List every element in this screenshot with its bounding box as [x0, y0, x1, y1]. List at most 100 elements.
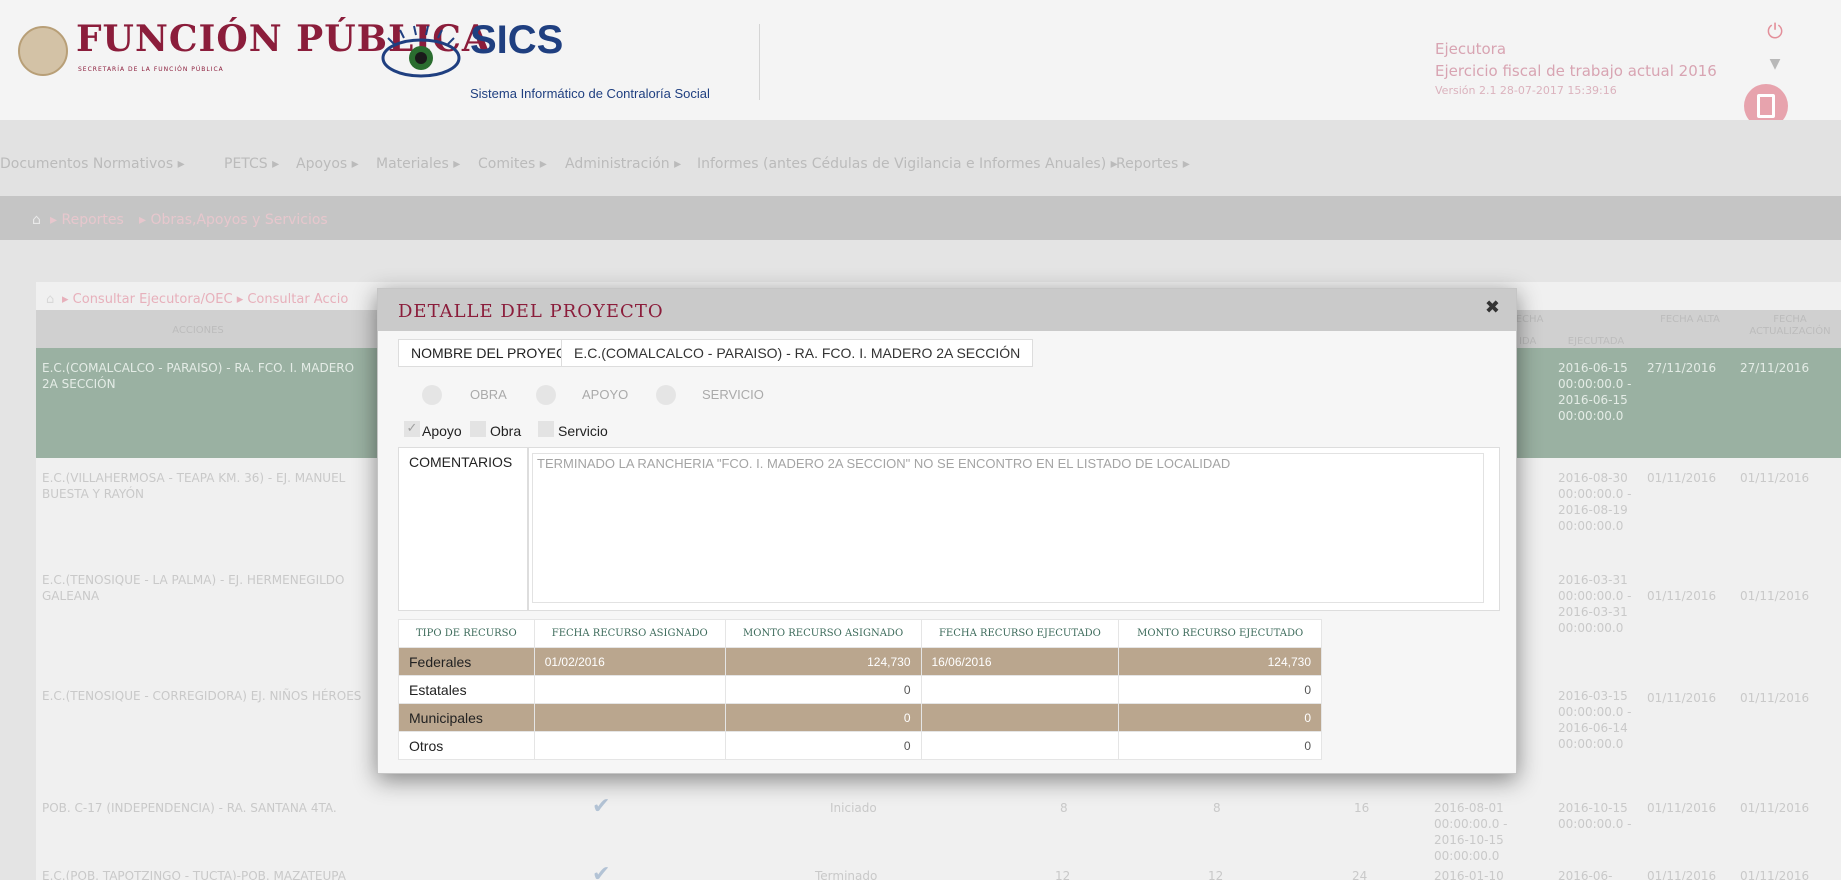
checkbox-servicio[interactable]	[538, 421, 554, 437]
version-info: Versión 2.1 28-07-2017 15:39:16	[1435, 84, 1617, 97]
col-header-fecha-asignado: FECHA RECURSO ASIGNADO	[533, 619, 726, 648]
caret-down-icon[interactable]: ▼	[1765, 56, 1785, 72]
row-name[interactable]: E.C.(VILLAHERMOSA - TEAPA KM. 36) - EJ. …	[42, 470, 362, 502]
row-ejecutada: 2016-06-	[1558, 869, 1613, 880]
row-alta: 27/11/2016	[1647, 361, 1717, 375]
power-icon[interactable]: ⏻	[1764, 20, 1786, 42]
radio-obra[interactable]	[422, 385, 442, 405]
sub-breadcrumb[interactable]: ▸ Consultar Ejecutora/OEC ▸ Consultar Ac…	[62, 292, 348, 307]
checkbox-apoyo[interactable]: ✓	[404, 421, 420, 437]
checkbox-label-apoyo: Apoyo	[422, 423, 462, 439]
table-row: Municipales 0 0	[398, 703, 1322, 732]
menu-item-informes[interactable]: Informes (antes Cédulas de Vigilancia e …	[697, 156, 1118, 172]
col-header-monto-asignado: MONTO RECURSO ASIGNADO	[724, 619, 922, 648]
col-header-ejecutada: EJECUTADA	[1567, 336, 1625, 347]
comments-label: COMENTARIOS	[398, 447, 528, 611]
row-ejecutada: 2016-03-31 00:00:00.0 - 2016-03-31 00:00…	[1558, 573, 1632, 635]
project-detail-modal: DETALLE DEL PROYECTO ✖ NOMBRE DEL PROYEC…	[377, 288, 1517, 774]
row-count: 8	[1213, 801, 1221, 815]
cell-fecha-ejecutado	[920, 731, 1120, 760]
row-name[interactable]: E.C.(TENOSIQUE - LA PALMA) - EJ. HERMENE…	[42, 572, 362, 604]
app-subtitle: Sistema Informático de Contraloría Socia…	[470, 86, 710, 101]
row-ejecutada: 2016-10-15 00:00:00.0 -	[1558, 801, 1632, 831]
row-alta: 01/11/2016	[1647, 691, 1717, 705]
row-alta: 01/11/2016	[1647, 869, 1717, 880]
modal-title: DETALLE DEL PROYECTO	[398, 301, 664, 322]
cell-monto-ejecutado: 0	[1118, 703, 1322, 732]
table-row: Estatales 0 0	[398, 675, 1322, 704]
row-count: 16	[1354, 801, 1370, 815]
col-header-fecha-ejecutado: FECHA RECURSO EJECUTADO	[920, 619, 1120, 648]
breadcrumb-reportes[interactable]: ▸ Reportes	[50, 212, 124, 228]
row-actualizacion: 01/11/2016	[1740, 691, 1810, 705]
row-actualizacion: 01/11/2016	[1740, 589, 1810, 603]
home-icon-sub[interactable]: ⌂	[46, 292, 54, 307]
menu-item-reportes[interactable]: Reportes ▸	[1116, 156, 1190, 172]
check-icon: ✔	[592, 862, 611, 880]
menu-item-apoyos[interactable]: Apoyos ▸	[296, 156, 359, 172]
cell-tipo: Otros	[398, 731, 535, 760]
row-ejecutada: 2016-06-15 00:00:00.0 - 2016-06-15 00:00…	[1558, 361, 1632, 423]
table-row: Federales 01/02/2016 124,730 16/06/2016 …	[398, 647, 1322, 676]
radio-servicio[interactable]	[656, 385, 676, 405]
sics-eye-logo	[381, 25, 461, 78]
menu-item-documentos[interactable]: Documentos Normativos ▸	[0, 156, 185, 172]
cell-tipo: Federales	[398, 647, 535, 676]
row-status: Iniciado	[830, 801, 877, 815]
cell-fecha-asignado	[533, 703, 726, 732]
row-count: 12	[1208, 869, 1224, 880]
cell-tipo: Estatales	[398, 675, 535, 704]
cell-fecha-ejecutado: 16/06/2016	[920, 647, 1120, 676]
menu-item-materiales[interactable]: Materiales ▸	[376, 156, 460, 172]
brand-subtitle: SECRETARÍA DE LA FUNCIÓN PÚBLICA	[78, 66, 224, 73]
row-ejecutada: 2016-08-30 00:00:00.0 - 2016-08-19 00:00…	[1558, 471, 1632, 533]
radio-apoyo[interactable]	[536, 385, 556, 405]
cell-tipo: Municipales	[398, 703, 535, 732]
row-count: 24	[1352, 869, 1368, 880]
row-ejecutada: 2016-03-15 00:00:00.0 - 2016-06-14 00:00…	[1558, 689, 1632, 751]
cell-monto-asignado: 0	[724, 703, 922, 732]
row-name[interactable]: E.C.(POB. TAPOTZINGO - TUCTA)-POB. MAZAT…	[42, 868, 346, 880]
cell-monto-ejecutado: 0	[1118, 675, 1322, 704]
cell-fecha-ejecutado	[920, 703, 1120, 732]
row-alta: 01/11/2016	[1647, 801, 1717, 815]
menu-item-petcs[interactable]: PETCS ▸	[224, 156, 279, 172]
mexico-seal-logo	[18, 26, 68, 76]
row-actualizacion: 27/11/2016	[1740, 361, 1810, 375]
breadcrumb-obras-apoyos[interactable]: ▸ Obras,Apoyos y Servicios	[139, 212, 328, 228]
row-name[interactable]: E.C.(TENOSIQUE - CORREGIDORA) EJ. NIÑOS …	[42, 688, 362, 704]
col-header-ida: IDA	[1519, 336, 1537, 347]
table-row: Otros 0 0	[398, 731, 1322, 760]
menu-item-comites[interactable]: Comites ▸	[478, 156, 547, 172]
cell-monto-asignado: 0	[724, 731, 922, 760]
close-icon[interactable]: ✖	[1485, 297, 1500, 318]
row-programada: 2016-08-01 00:00:00.0 - 2016-10-15 00:00…	[1434, 801, 1508, 863]
app-title: SICS	[470, 18, 564, 62]
col-header-tipo: TIPO DE RECURSO	[398, 619, 535, 648]
row-name[interactable]: E.C.(COMALCALCO - PARAISO) - RA. FCO. I.…	[42, 360, 362, 392]
row-actualizacion: 01/11/2016	[1740, 471, 1810, 485]
row-actualizacion: 01/11/2016	[1740, 869, 1810, 880]
radio-label-servicio: SERVICIO	[702, 387, 764, 402]
row-alta: 01/11/2016	[1647, 471, 1717, 485]
cell-fecha-asignado	[533, 731, 726, 760]
radio-label-obra: OBRA	[470, 387, 507, 402]
comments-textarea[interactable]: TERMINADO LA RANCHERIA "FCO. I. MADERO 2…	[532, 453, 1484, 603]
user-role: Ejecutora	[1435, 40, 1507, 58]
fiscal-year-info: Ejercicio fiscal de trabajo actual 2016	[1435, 62, 1717, 80]
home-icon[interactable]: ⌂	[32, 212, 41, 228]
menu-item-administracion[interactable]: Administración ▸	[565, 156, 681, 172]
col-header-monto-ejecutado: MONTO RECURSO EJECUTADO	[1118, 619, 1322, 648]
col-header-acciones: ACCIONES	[172, 325, 224, 336]
row-name[interactable]: POB. C-17 (INDEPENDENCIA) - RA. SANTANA …	[42, 800, 337, 816]
app-header: FUNCIÓN PÚBLICA SECRETARÍA DE LA FUNCIÓN…	[0, 0, 1841, 128]
cell-monto-asignado: 0	[724, 675, 922, 704]
row-actualizacion: 01/11/2016	[1740, 801, 1810, 815]
checkbox-label-servicio: Servicio	[558, 423, 608, 439]
cell-monto-ejecutado: 0	[1118, 731, 1322, 760]
row-count: 8	[1060, 801, 1068, 815]
checkbox-obra[interactable]	[470, 421, 486, 437]
row-count: 12	[1055, 869, 1071, 880]
header-divider	[759, 24, 760, 100]
col-header-fecha-alta: FECHA ALTA	[1660, 314, 1720, 325]
